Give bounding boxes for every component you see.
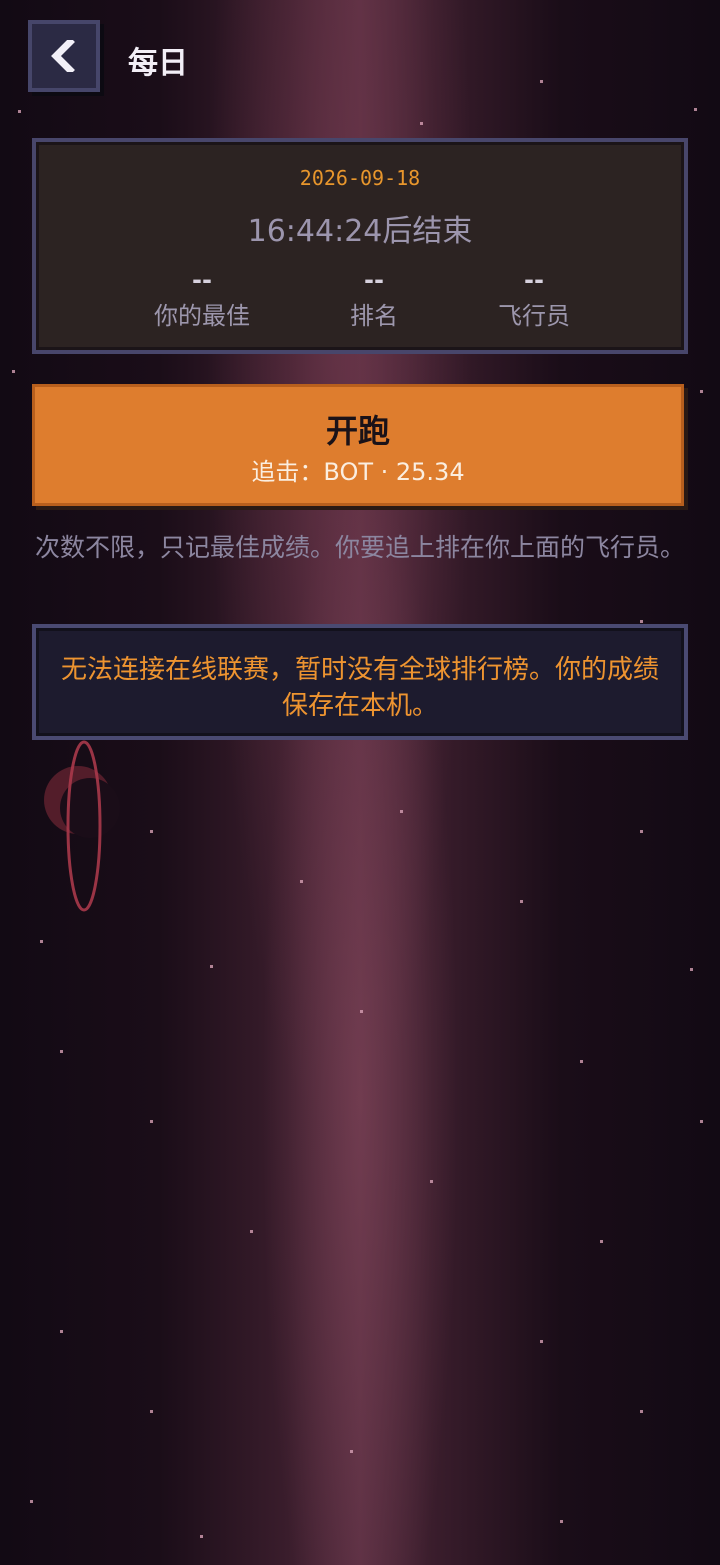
- daily-info-panel: 2026-09-18 16:44:24后结束 -- 你的最佳 -- 排名 -- …: [32, 138, 688, 354]
- offline-warning-text: 无法连接在线联赛，暂时没有全球排行榜。你的成绩保存在本机。: [60, 655, 659, 721]
- chase-target-text: 追击：BOT · 25.34: [251, 458, 465, 486]
- stat-rank-value: --: [364, 266, 384, 294]
- stat-best-label: 你的最佳: [154, 302, 250, 330]
- stat-pilots: -- 飞行员: [454, 266, 614, 331]
- back-button[interactable]: [28, 20, 100, 92]
- stat-best-value: --: [192, 266, 212, 294]
- daily-date: 2026-09-18: [299, 166, 421, 190]
- chevron-left-icon: [51, 40, 75, 72]
- start-run-label: 开跑: [325, 412, 390, 450]
- ringed-planet-icon: [44, 740, 120, 912]
- page-title: 每日: [128, 46, 188, 81]
- stat-pilots-value: --: [524, 266, 544, 294]
- start-run-button[interactable]: 开跑 追击：BOT · 25.34: [32, 384, 684, 506]
- rules-hint: 次数不限，只记最佳成绩。你要追上排在你上面的飞行员。: [34, 533, 685, 562]
- offline-warning-panel: 无法连接在线联赛，暂时没有全球排行榜。你的成绩保存在本机。: [32, 624, 688, 740]
- stat-rank-label: 排名: [350, 302, 398, 330]
- stat-rank: -- 排名: [294, 266, 454, 331]
- countdown-text: 16:44:24后结束: [247, 214, 473, 249]
- stat-pilots-label: 飞行员: [498, 302, 570, 330]
- stat-best: -- 你的最佳: [122, 266, 282, 331]
